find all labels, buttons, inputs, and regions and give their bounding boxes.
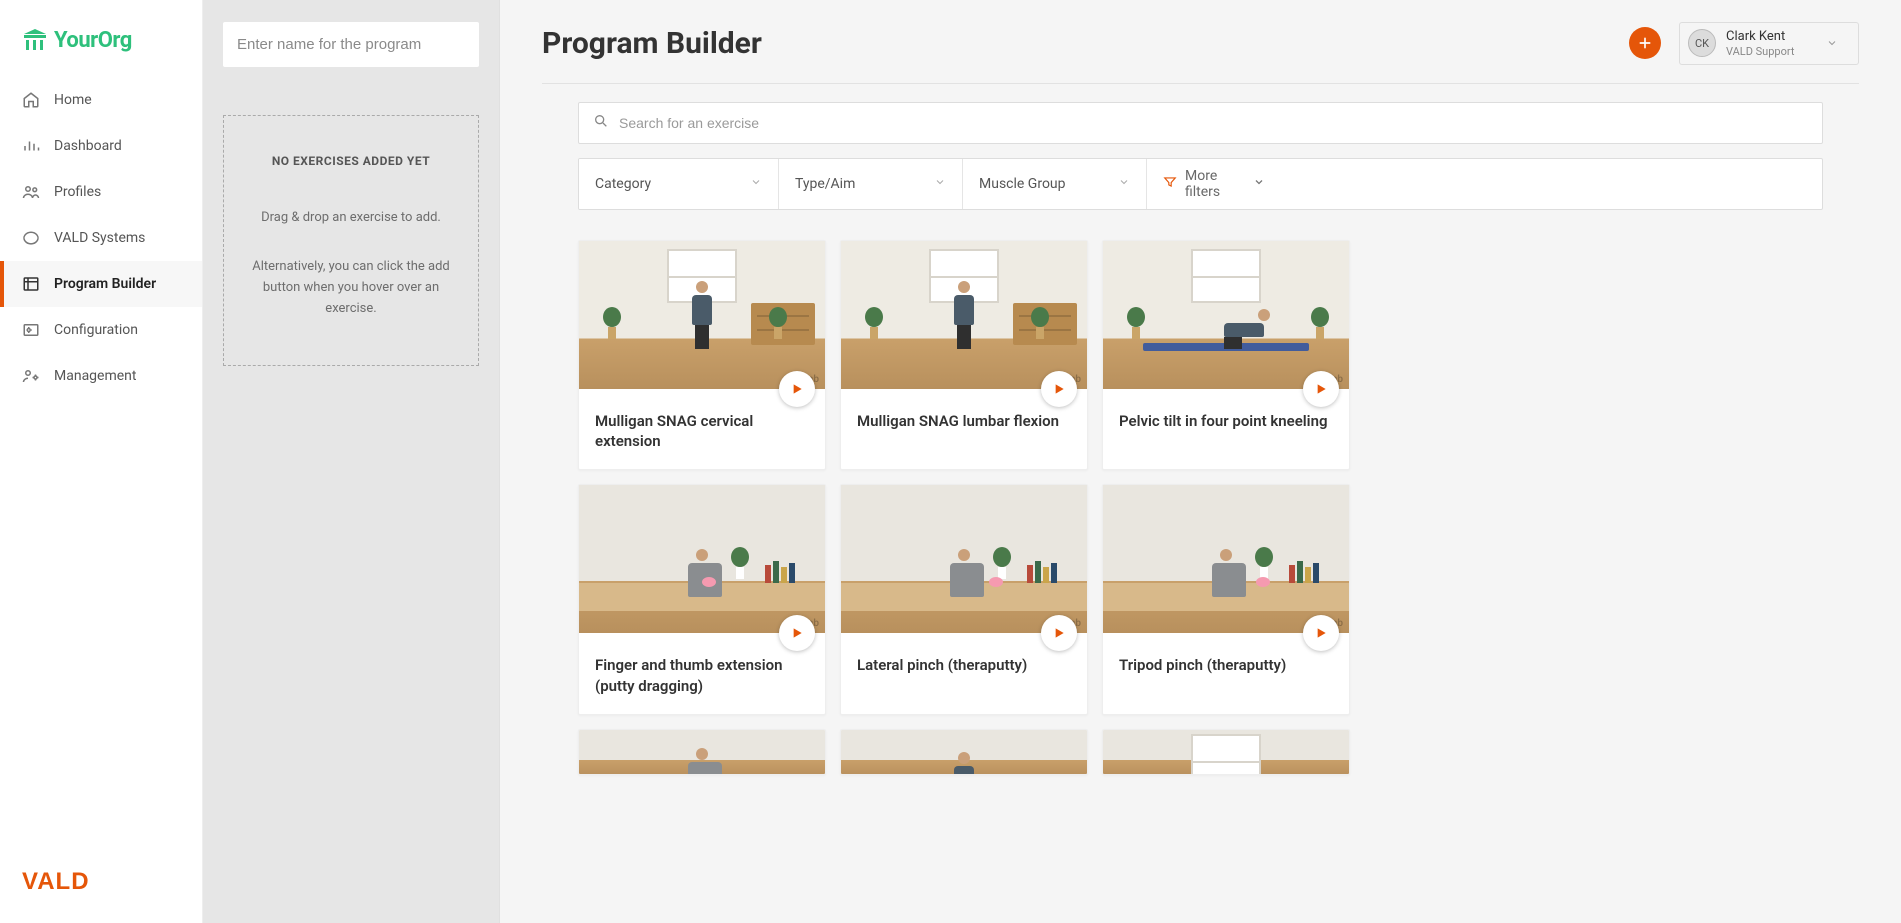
footer-brand-text: VALD: [22, 868, 90, 895]
sidebar-item-label: Profiles: [54, 184, 101, 200]
sidebar-item-management[interactable]: Management: [0, 353, 202, 399]
search-input[interactable]: [619, 115, 1808, 131]
avatar: CK: [1688, 29, 1716, 57]
sidebar-item-program-builder[interactable]: Program Builder: [0, 261, 202, 307]
sidebar-item-label: Program Builder: [54, 276, 156, 292]
dropzone-title: NO EXERCISES ADDED YET: [242, 154, 460, 168]
filter-row: Category Type/Aim Muscle Group More filt…: [578, 158, 1823, 210]
exercise-card[interactable]: ehab Pelvic tilt in four point kneeling: [1102, 240, 1350, 471]
main-nav: Home Dashboard Profiles VALD Systems Pro…: [0, 71, 202, 867]
main-area: Program Builder CK Clark Kent VALD Suppo…: [500, 0, 1901, 923]
sidebar-item-home[interactable]: Home: [0, 77, 202, 123]
chevron-down-icon: [1253, 176, 1265, 192]
configuration-icon: [22, 321, 40, 339]
home-icon: [22, 91, 40, 109]
content-scroll[interactable]: Category Type/Aim Muscle Group More filt…: [500, 84, 1901, 923]
dashboard-icon: [22, 137, 40, 155]
chevron-down-icon: [1826, 34, 1838, 53]
filter-muscle-group[interactable]: Muscle Group: [963, 159, 1147, 209]
filter-category[interactable]: Category: [579, 159, 779, 209]
management-icon: [22, 367, 40, 385]
program-panel: NO EXERCISES ADDED YET Drag & drop an ex…: [203, 0, 500, 923]
play-icon: [789, 381, 805, 397]
search-icon: [593, 113, 609, 133]
exercise-thumbnail: [579, 730, 825, 775]
exercise-thumbnail: ehab: [841, 485, 1087, 633]
play-icon: [1313, 381, 1329, 397]
exercise-thumbnail: ehab: [579, 485, 825, 633]
exercise-card-partial[interactable]: [578, 729, 826, 775]
filter-label: Muscle Group: [979, 176, 1066, 192]
program-builder-icon: [22, 275, 40, 293]
sidebar: YourOrg Home Dashboard Profiles VALD Sys…: [0, 0, 203, 923]
chevron-down-icon: [934, 176, 946, 192]
org-name: YourOrg: [54, 28, 132, 53]
brand-footer: VALD: [0, 867, 202, 923]
play-icon: [1051, 625, 1067, 641]
program-name-input[interactable]: [223, 22, 479, 67]
exercise-card-partial[interactable]: [1102, 729, 1350, 775]
plus-icon: [1637, 35, 1653, 51]
play-icon: [1313, 625, 1329, 641]
play-icon: [789, 625, 805, 641]
sidebar-item-label: VALD Systems: [54, 230, 145, 246]
profiles-icon: [22, 183, 40, 201]
org-logo-icon: [22, 29, 48, 53]
exercise-thumbnail: ehab: [579, 241, 825, 389]
sidebar-item-label: Configuration: [54, 322, 138, 338]
exercise-card[interactable]: ehab Mulligan SNAG cervical extension: [578, 240, 826, 471]
chevron-down-icon: [750, 176, 762, 192]
filter-icon: [1163, 175, 1177, 193]
filter-more[interactable]: More filters: [1147, 159, 1281, 209]
user-role: VALD Support: [1726, 45, 1794, 58]
exercise-grid: ehab Mulligan SNAG cervical extension eh…: [578, 240, 1859, 775]
exercise-card[interactable]: ehab Tripod pinch (theraputty): [1102, 484, 1350, 715]
user-menu[interactable]: CK Clark Kent VALD Support: [1679, 22, 1859, 65]
exercise-card-partial[interactable]: [840, 729, 1088, 775]
exercise-thumbnail: [1103, 730, 1349, 775]
exercise-search[interactable]: [578, 102, 1823, 144]
exercise-card[interactable]: ehab Finger and thumb extension (putty d…: [578, 484, 826, 715]
exercise-card[interactable]: ehab Mulligan SNAG lumbar flexion: [840, 240, 1088, 471]
play-button[interactable]: [779, 371, 815, 407]
play-button[interactable]: [1041, 371, 1077, 407]
topbar: Program Builder CK Clark Kent VALD Suppo…: [500, 0, 1901, 65]
play-icon: [1051, 381, 1067, 397]
avatar-initials: CK: [1695, 37, 1709, 50]
sidebar-item-configuration[interactable]: Configuration: [0, 307, 202, 353]
add-button[interactable]: [1629, 27, 1661, 59]
filter-label: More filters: [1185, 168, 1245, 200]
exercise-dropzone[interactable]: NO EXERCISES ADDED YET Drag & drop an ex…: [223, 115, 479, 366]
exercise-thumbnail: ehab: [1103, 241, 1349, 389]
sidebar-item-label: Home: [54, 92, 92, 108]
sidebar-item-vald-systems[interactable]: VALD Systems: [0, 215, 202, 261]
filter-label: Type/Aim: [795, 176, 855, 192]
exercise-thumbnail: ehab: [841, 241, 1087, 389]
filter-type-aim[interactable]: Type/Aim: [779, 159, 963, 209]
sidebar-item-dashboard[interactable]: Dashboard: [0, 123, 202, 169]
dropzone-sub2: Alternatively, you can click the add but…: [242, 257, 460, 319]
sidebar-item-profiles[interactable]: Profiles: [0, 169, 202, 215]
filter-label: Category: [595, 176, 651, 192]
org-logo: YourOrg: [0, 0, 202, 71]
user-name: Clark Kent: [1726, 29, 1794, 45]
sidebar-item-label: Dashboard: [54, 138, 122, 154]
systems-icon: [22, 229, 40, 247]
chevron-down-icon: [1118, 176, 1130, 192]
exercise-thumbnail: [841, 730, 1087, 775]
page-title: Program Builder: [542, 26, 762, 61]
exercise-thumbnail: ehab: [1103, 485, 1349, 633]
play-button[interactable]: [1303, 371, 1339, 407]
sidebar-item-label: Management: [54, 368, 136, 384]
exercise-card[interactable]: ehab Lateral pinch (theraputty): [840, 484, 1088, 715]
dropzone-sub: Drag & drop an exercise to add.: [242, 210, 460, 225]
